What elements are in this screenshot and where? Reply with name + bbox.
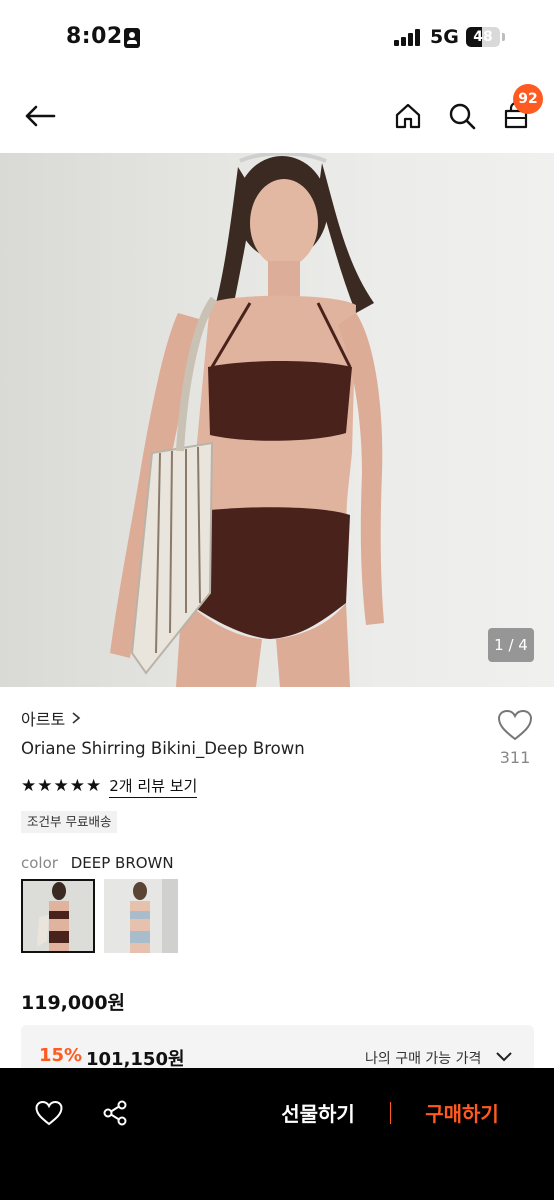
chevron-right-icon	[72, 712, 81, 724]
divider	[390, 1102, 391, 1124]
home-icon	[395, 103, 421, 129]
product-photo	[110, 153, 384, 687]
star-icon: ★	[86, 776, 102, 796]
chevron-down-icon	[496, 1052, 512, 1062]
image-page-counter: 1 / 4	[488, 628, 534, 662]
share-button[interactable]	[98, 1096, 132, 1130]
search-icon	[449, 103, 476, 130]
swatch-thumbnail	[104, 879, 178, 953]
bottom-wishlist-button[interactable]	[32, 1096, 66, 1130]
my-price-label: 나의 구매 가능 가격	[365, 1051, 482, 1067]
color-row: color DEEP BROWN	[21, 854, 174, 872]
network-label: 5G	[430, 26, 459, 48]
shipping-badge: 조건부 무료배송	[21, 811, 118, 833]
wishlist-button[interactable]	[496, 708, 534, 742]
star-icon: ★	[69, 776, 85, 796]
heart-icon	[497, 709, 533, 741]
star-icon: ★	[53, 776, 69, 796]
status-time: 8:02	[66, 24, 123, 49]
swatch-thumbnail	[23, 881, 93, 951]
star-icon: ★	[37, 776, 53, 796]
color-swatch-deep-brown[interactable]	[21, 879, 95, 953]
contact-card-icon	[124, 28, 140, 48]
cart-count-badge: 92	[513, 84, 543, 114]
product-title: Oriane Shirring Bikini_Deep Brown	[21, 739, 305, 758]
color-swatch-light-blue[interactable]	[104, 879, 178, 953]
arrow-left-icon	[25, 105, 56, 127]
back-button[interactable]	[20, 96, 60, 136]
brand-link[interactable]: 아르토	[21, 706, 81, 730]
wishlist-count: 311	[499, 748, 531, 767]
search-button[interactable]	[442, 96, 482, 136]
color-label: color	[21, 854, 58, 872]
gift-button[interactable]: 선물하기	[262, 1098, 374, 1127]
product-image-carousel[interactable]: 1 / 4	[0, 153, 554, 687]
bottom-action-bar: 선물하기 구매하기	[0, 1068, 554, 1200]
battery-level: 48	[473, 29, 493, 45]
home-button[interactable]	[388, 96, 428, 136]
rating-stars: ★ ★ ★ ★ ★	[21, 778, 101, 795]
brand-name: 아르토	[21, 710, 66, 729]
heart-icon	[35, 1100, 63, 1126]
signal-icon	[394, 28, 422, 46]
original-price: 119,000원	[21, 992, 126, 1014]
discount-percent: 15%	[39, 1045, 83, 1066]
rating-row: ★ ★ ★ ★ ★ 2개 리뷰 보기	[21, 775, 198, 798]
share-icon	[103, 1100, 127, 1126]
color-value: DEEP BROWN	[70, 854, 174, 872]
battery-icon: 48	[466, 27, 500, 47]
review-link[interactable]: 2개 리뷰 보기	[109, 775, 198, 798]
top-nav	[0, 80, 554, 152]
status-bar: 8:02 5G 48	[0, 0, 554, 75]
buy-button[interactable]: 구매하기	[406, 1098, 518, 1127]
star-icon: ★	[21, 776, 37, 796]
